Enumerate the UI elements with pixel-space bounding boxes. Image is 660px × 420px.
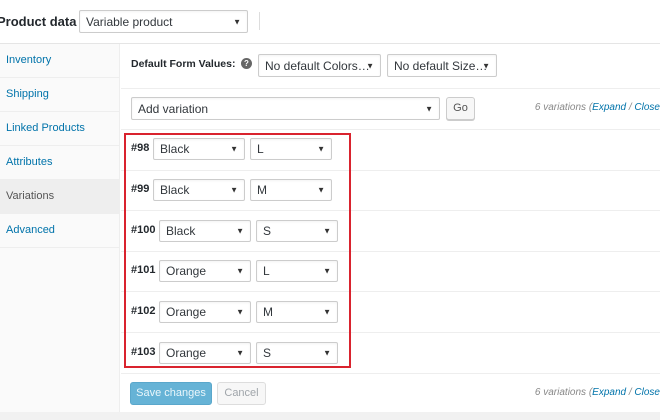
row-divider [121, 88, 660, 89]
product-type-select[interactable]: Variable product ▼ [79, 10, 248, 33]
product-data-header: Product data — Variable product ▼ [0, 0, 660, 44]
chevron-down-icon: ▼ [317, 185, 325, 195]
variation-size-select[interactable]: M ▼ [250, 179, 332, 201]
tab-advanced-label: Advanced [6, 224, 55, 236]
variation-color-select[interactable]: Black ▼ [159, 220, 251, 242]
cancel-button[interactable]: Cancel [217, 382, 266, 405]
tab-linked-products[interactable]: Linked Products [0, 112, 120, 146]
variation-size-value: M [257, 183, 267, 197]
chevron-down-icon: ▼ [236, 266, 244, 276]
cancel-label: Cancel [224, 387, 259, 399]
tab-attributes[interactable]: Attributes [0, 146, 120, 180]
chevron-down-icon: ▼ [323, 307, 331, 317]
chevron-down-icon: ▼ [236, 307, 244, 317]
default-colors-select[interactable]: No default Colors… ▼ [258, 54, 381, 77]
row-divider [121, 251, 660, 252]
help-icon[interactable]: ? [241, 58, 252, 69]
variation-id: #98 [131, 142, 150, 154]
chevron-down-icon: ▼ [230, 144, 238, 154]
variations-count: 6 variations (Expand / Close [535, 102, 660, 113]
variations-count-footer: 6 variations (Expand / Close [535, 387, 660, 398]
chevron-down-icon: ▼ [317, 144, 325, 154]
chevron-down-icon: ▼ [233, 17, 241, 26]
row-divider [121, 129, 660, 130]
tab-variations-label: Variations [6, 190, 55, 202]
variation-size-value: L [257, 142, 264, 156]
variation-size-value: M [263, 305, 273, 319]
chevron-down-icon: ▼ [366, 61, 374, 70]
save-changes-button[interactable]: Save changes [130, 382, 212, 405]
expand-link[interactable]: Expand [592, 387, 626, 398]
variation-size-select[interactable]: M ▼ [256, 301, 338, 323]
variation-size-value: L [263, 264, 270, 278]
variation-action-value: Add variation [138, 101, 209, 116]
variation-id: #101 [131, 264, 156, 276]
variation-color-select[interactable]: Black ▼ [153, 179, 245, 201]
header-divider [259, 12, 260, 30]
tab-attributes-label: Attributes [6, 156, 53, 168]
tab-variations[interactable]: Variations [0, 180, 120, 214]
variation-color-select[interactable]: Orange ▼ [159, 260, 251, 282]
chevron-down-icon: ▼ [236, 348, 244, 358]
row-divider [121, 291, 660, 292]
variation-id: #102 [131, 305, 156, 317]
variation-color-value: Black [160, 183, 190, 197]
variations-count-text: 6 variations ( [534, 102, 593, 113]
variation-color-select[interactable]: Orange ▼ [159, 301, 251, 323]
variation-id: #100 [131, 224, 156, 236]
product-data-tabs: Inventory Shipping Linked Products Attri… [0, 44, 120, 420]
tab-linked-products-label: Linked Products [6, 122, 85, 134]
variation-color-select[interactable]: Black ▼ [153, 138, 245, 160]
variation-id: #103 [131, 346, 156, 358]
variation-size-value: S [263, 346, 272, 360]
row-divider [121, 170, 660, 171]
chevron-down-icon: ▼ [425, 104, 433, 113]
variation-color-value: Orange [166, 264, 207, 278]
variation-size-select[interactable]: L ▼ [250, 138, 332, 160]
variation-size-select[interactable]: S ▼ [256, 220, 338, 242]
variation-color-value: Orange [166, 305, 207, 319]
row-divider [121, 373, 660, 374]
row-divider [121, 210, 660, 211]
go-button-label: Go [453, 102, 468, 114]
variation-color-value: Orange [166, 346, 207, 360]
tab-shipping[interactable]: Shipping [0, 78, 120, 112]
default-sizes-value: No default Size… [394, 58, 488, 73]
tab-inventory[interactable]: Inventory [0, 44, 120, 78]
chevron-down-icon: ▼ [236, 226, 244, 236]
chevron-down-icon: ▼ [230, 185, 238, 195]
variation-size-select[interactable]: S ▼ [256, 342, 338, 364]
variation-size-select[interactable]: L ▼ [256, 260, 338, 282]
chevron-down-icon: ▼ [323, 266, 331, 276]
panel-bottom-edge [0, 412, 660, 420]
default-sizes-select[interactable]: No default Size… ▼ [387, 54, 497, 77]
variations-count-text: 6 variations ( [534, 387, 593, 398]
chevron-down-icon: ▼ [323, 348, 331, 358]
tab-shipping-label: Shipping [6, 88, 49, 100]
chevron-down-icon: ▼ [482, 61, 490, 70]
variation-id: #99 [131, 183, 150, 195]
save-changes-label: Save changes [136, 387, 206, 399]
product-type-value: Variable product [86, 14, 173, 29]
default-form-values-label: Default Form Values: [131, 58, 236, 70]
close-link[interactable]: Close [634, 387, 660, 398]
variation-color-value: Black [166, 224, 196, 238]
chevron-down-icon: ▼ [323, 226, 331, 236]
close-link[interactable]: Close [634, 102, 660, 113]
default-colors-value: No default Colors… [265, 58, 370, 73]
variation-action-select[interactable]: Add variation ▼ [131, 97, 440, 120]
row-divider [121, 332, 660, 333]
go-button[interactable]: Go [446, 97, 475, 120]
variation-size-value: S [263, 224, 272, 238]
tab-advanced[interactable]: Advanced [0, 214, 120, 248]
variation-color-select[interactable]: Orange ▼ [159, 342, 251, 364]
expand-link[interactable]: Expand [592, 102, 626, 113]
variation-color-value: Black [160, 142, 190, 156]
tab-inventory-label: Inventory [6, 54, 52, 66]
